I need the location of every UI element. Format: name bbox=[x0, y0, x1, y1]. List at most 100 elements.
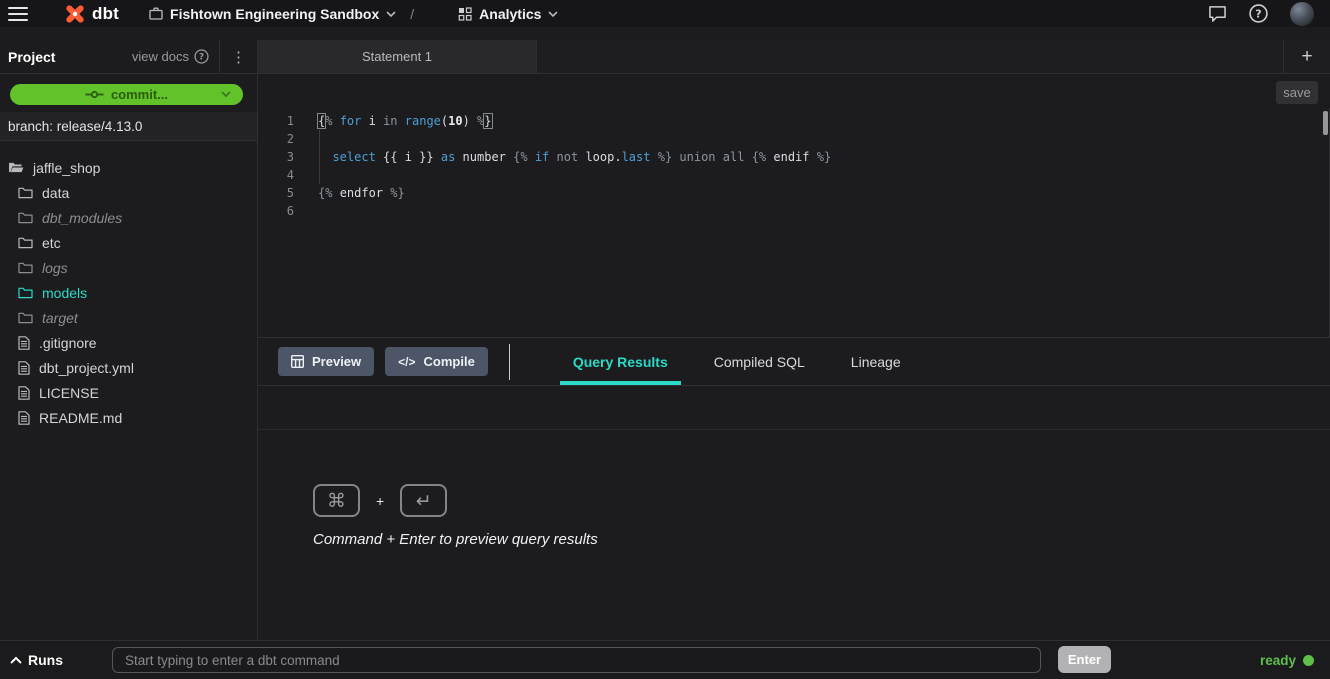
tree-item-data[interactable]: data bbox=[0, 180, 257, 205]
new-tab-button[interactable]: + bbox=[1283, 40, 1330, 73]
tree-item-label: target bbox=[42, 310, 78, 326]
save-button-label: save bbox=[1283, 85, 1310, 100]
enter-button[interactable]: Enter bbox=[1058, 646, 1111, 673]
tree-item-models[interactable]: models bbox=[0, 280, 257, 305]
hamburger-menu-icon[interactable] bbox=[8, 7, 28, 21]
code-line[interactable]: select {{ i }} as number {% if not loop.… bbox=[318, 148, 831, 166]
tree-item-dbt-project-yml[interactable]: dbt_project.yml bbox=[0, 355, 257, 380]
tree-item-label: dbt_project.yml bbox=[39, 360, 134, 376]
folder-icon bbox=[18, 286, 33, 299]
code-line[interactable]: {% for i in range(10) %} bbox=[318, 112, 492, 130]
folder-icon bbox=[18, 311, 33, 324]
tree-item-license[interactable]: LICENSE bbox=[0, 380, 257, 405]
editor-scrollbar[interactable] bbox=[1323, 111, 1328, 135]
tree-item-label: jaffle_shop bbox=[33, 160, 100, 176]
preview-button-label: Preview bbox=[312, 354, 361, 369]
plus-icon: + bbox=[1301, 46, 1312, 68]
code-editor[interactable]: 1 {% for i in range(10) %} 23 select {{ i … bbox=[258, 108, 1330, 338]
line-number: 5 bbox=[258, 184, 294, 202]
help-circle-icon: ? bbox=[194, 49, 209, 64]
results-body: ⌘ + ↵ Command + Enter to preview query r… bbox=[258, 430, 1330, 640]
sidebar: Project view docs ? ⋮ commit... branch: … bbox=[0, 40, 258, 640]
folder-icon bbox=[18, 211, 33, 224]
plus-separator: + bbox=[376, 493, 384, 509]
save-button[interactable]: save bbox=[1276, 81, 1318, 104]
runs-toggle[interactable]: Runs bbox=[10, 641, 63, 679]
divider bbox=[509, 344, 510, 380]
file-icon bbox=[18, 411, 30, 425]
line-number: 4 bbox=[258, 166, 294, 184]
line-number: 1 bbox=[258, 112, 294, 130]
folder-icon bbox=[18, 236, 33, 249]
file-icon bbox=[18, 336, 30, 350]
branch-indicator: branch: release/4.13.0 bbox=[0, 112, 257, 141]
results-tab-lineage[interactable]: Lineage bbox=[828, 338, 924, 385]
commit-button-label: commit... bbox=[111, 87, 168, 102]
folder-open-icon bbox=[8, 161, 24, 174]
dbt-command-input[interactable] bbox=[112, 647, 1041, 673]
compile-button-label: Compile bbox=[424, 354, 475, 369]
enter-key-icon: ↵ bbox=[400, 484, 447, 517]
tab-statement-1[interactable]: Statement 1 bbox=[258, 40, 537, 73]
account-name: Fishtown Engineering Sandbox bbox=[170, 6, 379, 22]
tree-item-label: logs bbox=[42, 260, 68, 276]
tree-item-jaffle-shop[interactable]: jaffle_shop bbox=[0, 155, 257, 180]
code-icon: </> bbox=[398, 355, 415, 369]
results-tab-query-results[interactable]: Query Results bbox=[550, 338, 691, 385]
tree-item-etc[interactable]: etc bbox=[0, 230, 257, 255]
results-tab-label: Lineage bbox=[851, 354, 901, 370]
shortcut-hint-text: Command + Enter to preview query results bbox=[313, 531, 598, 548]
briefcase-icon bbox=[149, 7, 163, 20]
results-subheader bbox=[258, 386, 1330, 430]
line-number: 3 bbox=[258, 148, 294, 166]
dbt-logo: dbt bbox=[64, 3, 119, 25]
file-icon bbox=[18, 361, 30, 375]
line-number: 2 bbox=[258, 130, 294, 148]
bottom-bar: Runs Enter ready bbox=[0, 640, 1330, 678]
shortcut-hint: ⌘ + ↵ Command + Enter to preview query r… bbox=[313, 484, 598, 548]
compile-button[interactable]: </> Compile bbox=[385, 347, 488, 376]
tab-label: Statement 1 bbox=[362, 49, 432, 64]
folder-icon bbox=[18, 261, 33, 274]
folder-icon bbox=[18, 186, 33, 199]
commit-button[interactable]: commit... bbox=[10, 84, 243, 105]
tree-item-label: dbt_modules bbox=[42, 210, 122, 226]
breadcrumb-separator: / bbox=[410, 6, 414, 22]
file-tree: jaffle_shopdata dbt_modulesetc logs models t… bbox=[0, 141, 257, 430]
preview-button[interactable]: Preview bbox=[278, 347, 374, 376]
view-docs-link[interactable]: view docs ? bbox=[132, 49, 219, 64]
status-label: ready bbox=[1260, 653, 1296, 668]
grid-icon bbox=[458, 7, 472, 21]
git-commit-icon bbox=[85, 90, 104, 99]
kebab-menu-icon[interactable]: ⋮ bbox=[220, 40, 257, 74]
tree-item-logs[interactable]: logs bbox=[0, 255, 257, 280]
tree-item-label: LICENSE bbox=[39, 385, 99, 401]
sidebar-header: Project view docs ? ⋮ bbox=[0, 40, 257, 74]
account-switcher[interactable]: Fishtown Engineering Sandbox bbox=[149, 6, 396, 22]
sidebar-title: Project bbox=[8, 49, 55, 65]
tree-item-dbt-modules[interactable]: dbt_modules bbox=[0, 205, 257, 230]
tree-item-gitignore[interactable]: .gitignore bbox=[0, 330, 257, 355]
tree-item-label: etc bbox=[42, 235, 61, 251]
help-icon[interactable]: ? bbox=[1249, 4, 1268, 23]
user-avatar[interactable] bbox=[1290, 2, 1314, 26]
table-grid-icon bbox=[291, 355, 304, 368]
tree-item-label: models bbox=[42, 285, 87, 301]
tree-item-readme-md[interactable]: README.md bbox=[0, 405, 257, 430]
tree-item-target[interactable]: target bbox=[0, 305, 257, 330]
results-tab-label: Query Results bbox=[573, 354, 668, 370]
code-line[interactable]: {% endfor %} bbox=[318, 184, 405, 202]
results-tab-compiled-sql[interactable]: Compiled SQL bbox=[691, 338, 828, 385]
editor-action-row: save bbox=[258, 74, 1330, 108]
chevron-down-icon bbox=[221, 91, 231, 97]
main-panel: Statement 1 + save 1 {% for i in range(10… bbox=[258, 40, 1330, 640]
chat-icon[interactable] bbox=[1208, 5, 1227, 22]
tree-item-label: README.md bbox=[39, 410, 122, 426]
tree-item-label: .gitignore bbox=[39, 335, 97, 351]
results-tabs: Query Results Compiled SQL Lineage bbox=[550, 338, 924, 385]
project-switcher[interactable]: Analytics bbox=[458, 6, 558, 22]
project-name: Analytics bbox=[479, 6, 541, 22]
branch-label: branch: release/4.13.0 bbox=[8, 119, 142, 134]
svg-text:?: ? bbox=[199, 53, 204, 63]
dbt-logo-icon bbox=[64, 3, 86, 25]
